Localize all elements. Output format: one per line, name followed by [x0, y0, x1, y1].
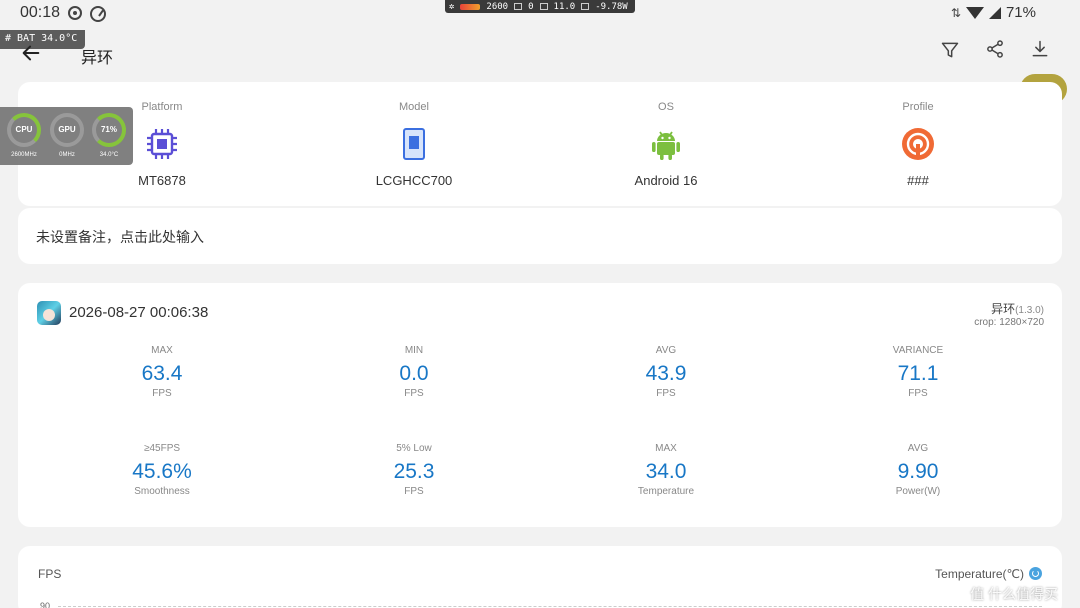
stat-unit: FPS: [908, 388, 928, 399]
cpu-gauge-label: CPU: [15, 125, 33, 134]
stat-variance-fps: VARIANCE 71.1 FPS: [818, 345, 1018, 401]
status-right-group: ⇅ 71%: [951, 4, 1036, 21]
session-summary-card: 2026-08-27 00:06:38 异环(1.3.0) crop: 1280…: [18, 283, 1062, 527]
strip-power: -9.78W: [595, 1, 628, 12]
strip-frequency: 2600: [486, 1, 509, 12]
status-time: 00:18: [20, 4, 61, 21]
chart-ytick: 90: [40, 601, 51, 608]
game-avatar-icon: [37, 301, 61, 325]
note-placeholder: 未设置备注，点击此处输入: [36, 229, 204, 245]
stat-label: AVG: [655, 345, 677, 356]
android-icon: [652, 131, 680, 160]
device-label: Model: [399, 101, 429, 113]
device-info-card: Platform MT6878 Model LCGHCC700 OS Andro…: [18, 82, 1062, 206]
strip-zero: 0: [528, 1, 534, 12]
stat-value: 43.9: [645, 362, 687, 385]
download-icon[interactable]: [1030, 39, 1050, 59]
stat-value: 63.4: [141, 362, 183, 385]
performance-overlay-strip: ✲ 2600 0 11.0 -9.78W: [445, 0, 635, 13]
memory-box-icon: [539, 3, 548, 10]
stat-unit: FPS: [656, 388, 676, 399]
device-temperature: 34.0°C: [99, 152, 119, 158]
stat-label: MAX: [151, 345, 173, 356]
stat-value: 71.1: [897, 362, 939, 385]
cpu-frequency: 2600MHz: [11, 152, 37, 158]
tablet-icon: [403, 128, 425, 160]
stat-unit: FPS: [404, 486, 424, 497]
session-crop: crop: 1280×720: [974, 317, 1044, 328]
stat-value: 9.90: [897, 460, 939, 483]
chart-temperature-axis-label: Temperature(℃): [935, 567, 1024, 581]
stat-value: 25.3: [393, 460, 435, 483]
stat-value: 0.0: [399, 362, 429, 385]
filter-icon[interactable]: [940, 40, 960, 60]
chart-toggle-icon[interactable]: [1029, 567, 1042, 580]
stat-max-fps: MAX 63.4 FPS: [62, 345, 262, 401]
device-value: MT6878: [138, 173, 186, 188]
stat-label: AVG: [907, 443, 929, 454]
stat-unit: FPS: [152, 388, 172, 399]
chip-icon: [147, 129, 177, 159]
app-version: (1.3.0): [1015, 305, 1044, 316]
stat-value: 45.6%: [132, 460, 192, 483]
floating-performance-widget[interactable]: CPU 2600MHz GPU 0MHz 71% 34.0°C: [0, 107, 133, 165]
profile-icon: [902, 128, 934, 160]
chart-gridline: [58, 606, 1042, 607]
session-date: 2026-08-27 00:06:38: [69, 304, 209, 321]
stat-label: ≥45FPS: [143, 443, 181, 454]
stat-avg-fps: AVG 43.9 FPS: [566, 345, 766, 401]
battery-percent: 71%: [1005, 4, 1036, 21]
device-value: LCGHCC700: [375, 173, 453, 188]
strip-value: 11.0: [553, 1, 576, 12]
stat-unit: Temperature: [637, 486, 695, 497]
back-arrow-icon[interactable]: [20, 42, 42, 64]
stat-value: 34.0: [645, 460, 687, 483]
stat-max-temperature: MAX 34.0 Temperature: [566, 443, 766, 499]
screen-record-icon: [68, 6, 82, 20]
share-icon[interactable]: [985, 39, 1005, 59]
device-value: ###: [907, 173, 929, 188]
session-app-name: 异环(1.3.0): [991, 300, 1044, 317]
device-label: Profile: [902, 101, 934, 113]
gpu-box-icon: [514, 3, 523, 10]
wifi-icon: [965, 6, 984, 19]
page-title: 异环: [81, 50, 114, 67]
battery-temp-badge: # BAT 34.0°C: [0, 30, 85, 49]
watermark-logo: 值 什么值得买: [970, 586, 1058, 602]
app-name: 异环: [991, 302, 1016, 316]
gpu-frequency: 0MHz: [59, 152, 75, 158]
note-input-card[interactable]: 未设置备注，点击此处输入: [18, 208, 1062, 264]
stat-avg-power: AVG 9.90 Power(W): [818, 443, 1018, 499]
chart-fps-axis-label: FPS: [38, 567, 62, 581]
battery-box-icon: [581, 3, 590, 10]
device-value: Android 16: [634, 173, 698, 188]
stat-unit: Smoothness: [134, 486, 190, 497]
stat-label: VARIANCE: [892, 345, 944, 356]
stat-unit: FPS: [404, 388, 424, 399]
stat-label: MIN: [404, 345, 424, 356]
stat-label: MAX: [655, 443, 677, 454]
stat-min-fps: MIN 0.0 FPS: [314, 345, 514, 401]
fps-chart-card[interactable]: FPS Temperature(℃) 90: [18, 546, 1062, 608]
stat-5pct-low: 5% Low 25.3 FPS: [314, 443, 514, 499]
memory-gauge-label: 71%: [100, 125, 117, 134]
stat-unit: Power(W): [895, 486, 941, 497]
gpu-gauge-label: GPU: [58, 125, 76, 134]
stat-smoothness: ≥45FPS 45.6% Smoothness: [62, 443, 262, 499]
load-bar-icon: [460, 3, 481, 10]
cpu-mini-icon: ✲: [449, 1, 455, 12]
cell-signal-icon: [988, 6, 1001, 19]
performance-gauge-icon: [90, 6, 106, 22]
stat-label: 5% Low: [396, 443, 432, 454]
data-arrows-icon: ⇅: [950, 5, 961, 20]
device-label: OS: [658, 101, 674, 113]
